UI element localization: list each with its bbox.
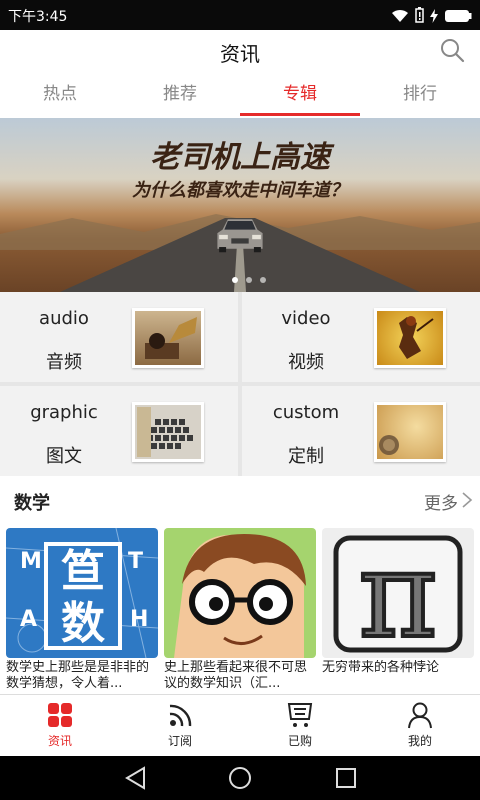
- banner-carousel[interactable]: 老司机上高速 为什么都喜欢走中间车道？: [0, 118, 480, 292]
- nav-subscribe[interactable]: 订阅: [120, 695, 240, 756]
- math-board-image: 笪 数 M A T H: [6, 528, 158, 658]
- banner-dot: [232, 277, 238, 283]
- app-header: 资讯: [0, 30, 480, 74]
- card1-glyph-top: 笪: [61, 546, 105, 597]
- wifi-icon: [391, 8, 409, 27]
- card1-glyph-bottom: 数: [61, 598, 105, 649]
- tab-albums[interactable]: 专辑: [240, 74, 360, 118]
- page-title: 资讯: [220, 42, 260, 66]
- nerd-face-image: [164, 528, 316, 658]
- article-card[interactable]: π 无穷带来的各种悖论: [322, 524, 474, 694]
- category-label-en: graphic: [30, 402, 98, 423]
- category-label-zh: 定制: [288, 446, 324, 467]
- card1-letter-h: H: [130, 607, 148, 632]
- status-time: 下午3:45: [8, 9, 68, 25]
- charging-icon: [430, 8, 438, 27]
- status-bar: 下午3:45: [0, 0, 480, 30]
- tab-hot[interactable]: 热点: [0, 74, 120, 118]
- card1-letter-t: T: [128, 549, 143, 574]
- category-label-zh: 图文: [46, 446, 82, 467]
- article-card-title: 史上那些看起来很不可思议的数学知识（汇...: [164, 660, 308, 691]
- banner-dot: [260, 277, 266, 283]
- category-audio[interactable]: audio 音频: [0, 292, 238, 382]
- tab-bar: 热点 推荐 专辑 排行: [0, 74, 480, 118]
- nav-mine[interactable]: 我的: [360, 695, 480, 756]
- article-card[interactable]: 笪 数 M A T H 数学史上那些是是非非的数学猜想，令人着...: [6, 524, 158, 694]
- bottom-navigation: 资讯 订阅 已购 我的: [0, 694, 480, 756]
- gramophone-thumbnail: [132, 308, 204, 368]
- rss-icon: [169, 704, 192, 727]
- nav-label: 订阅: [167, 734, 192, 748]
- article-card-list: 笪 数 M A T H 数学史上那些是是非非的数学猜想，令人着... 史上那些看…: [0, 524, 480, 694]
- more-link[interactable]: 更多: [424, 489, 458, 514]
- banner-page-indicator: [232, 277, 266, 283]
- person-icon: [408, 702, 432, 729]
- shadow-puppet-thumbnail: [374, 308, 446, 368]
- banner-dot: [246, 277, 252, 283]
- nav-label: 我的: [407, 734, 432, 748]
- home-icon[interactable]: [226, 764, 254, 792]
- article-card-title: 无穷带来的各种悖论: [322, 660, 440, 675]
- battery-alert-icon: [415, 7, 424, 27]
- tab-ranking[interactable]: 排行: [360, 74, 480, 118]
- section-title: 数学: [14, 493, 50, 514]
- system-navigation-bar: [0, 756, 480, 800]
- search-icon: [441, 39, 465, 63]
- search-button[interactable]: [438, 36, 468, 66]
- article-card-title: 数学史上那些是是非非的数学猜想，令人着...: [6, 660, 150, 691]
- category-grid: audio 音频 video 视频 graphic 图文 custom 定制: [0, 292, 480, 476]
- category-video[interactable]: video 视频: [242, 292, 480, 382]
- tab-recommend[interactable]: 推荐: [120, 74, 240, 118]
- banner-subtitle: 为什么都喜欢走中间车道？: [132, 180, 348, 201]
- category-custom[interactable]: custom 定制: [242, 386, 480, 476]
- car-image: [217, 219, 263, 253]
- grid-icon: [48, 703, 72, 727]
- category-label-zh: 音频: [46, 352, 82, 373]
- category-label-en: video: [281, 308, 331, 329]
- pi-glyph: π: [359, 528, 438, 658]
- banner-title: 老司机上高速: [150, 140, 330, 175]
- category-graphic[interactable]: graphic 图文: [0, 386, 238, 476]
- back-icon[interactable]: [122, 764, 150, 792]
- nav-label: 资讯: [47, 734, 72, 748]
- type-blocks-thumbnail: [132, 402, 204, 462]
- status-icons: [391, 7, 472, 27]
- article-card[interactable]: 史上那些看起来很不可思议的数学知识（汇...: [164, 524, 316, 694]
- parchment-thumbnail: [374, 402, 446, 462]
- nav-news[interactable]: 资讯: [0, 695, 120, 756]
- category-label-en: audio: [39, 308, 89, 329]
- section-header: 数学 更多: [0, 476, 480, 524]
- nav-purchased[interactable]: 已购: [240, 695, 360, 756]
- chevron-right-icon[interactable]: [460, 491, 474, 509]
- card1-letter-a: A: [20, 607, 37, 632]
- category-label-en: custom: [272, 402, 340, 423]
- cart-icon: [287, 703, 313, 727]
- category-label-zh: 视频: [288, 352, 324, 373]
- nav-label: 已购: [287, 734, 312, 748]
- recent-apps-icon[interactable]: [332, 764, 360, 792]
- card1-letter-m: M: [20, 549, 42, 574]
- battery-icon: [444, 8, 472, 27]
- pi-symbol-image: π: [322, 528, 474, 658]
